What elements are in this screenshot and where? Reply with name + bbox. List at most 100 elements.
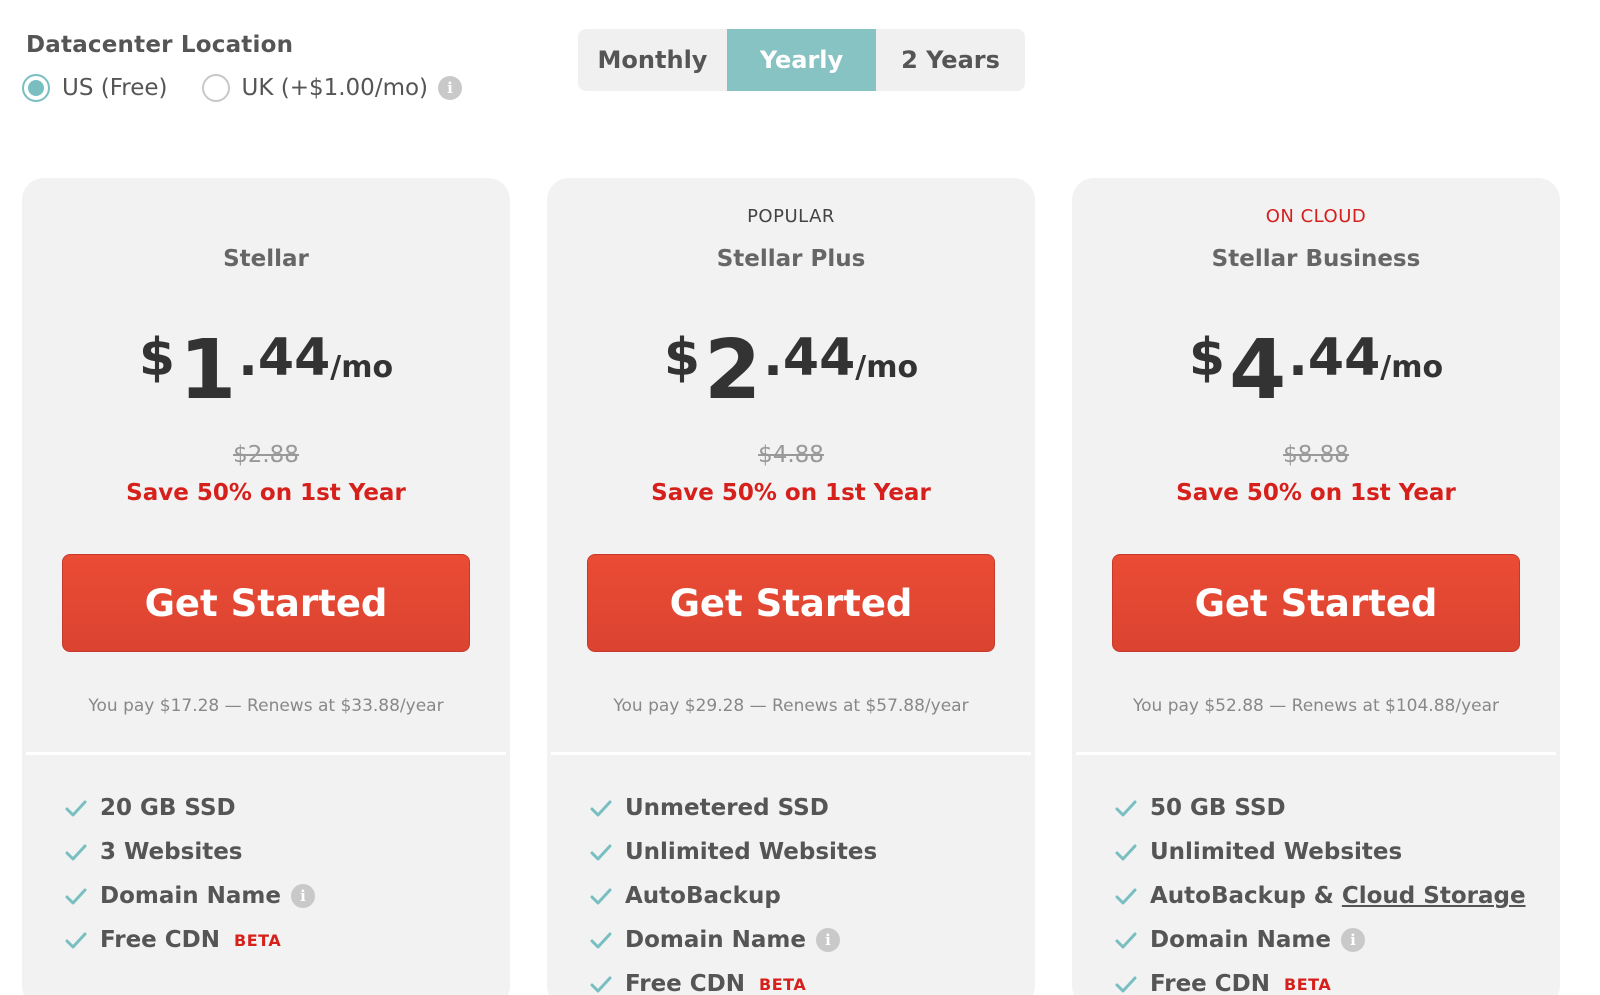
feature-label: Free CDN	[100, 927, 221, 953]
radio-label-uk: UK (+$1.00/mo)	[241, 75, 429, 101]
original-price: $8.88	[1283, 442, 1349, 468]
price-currency: $	[1188, 328, 1226, 388]
plan-card: ON CLOUD Stellar Business $4.44/mo $8.88 Sav…	[1072, 178, 1560, 995]
feature-item: Free CDN BETA	[64, 918, 315, 962]
radio-label-us: US (Free)	[62, 75, 168, 101]
feature-label: Domain Name	[625, 927, 806, 953]
radio-option-uk[interactable]: UK (+$1.00/mo) i	[201, 74, 463, 102]
info-icon[interactable]: i	[290, 884, 315, 908]
datacenter-options: US (Free) UK (+$1.00/mo) i	[22, 74, 496, 102]
price-period: /mo	[855, 350, 919, 385]
plan-badge: ON CLOUD	[1265, 206, 1367, 227]
savings-text: Save 50% on 1st Year	[651, 480, 931, 506]
price-decimal: .44	[763, 328, 856, 388]
price-integer: 1	[179, 323, 237, 418]
check-icon	[590, 800, 612, 817]
beta-badge: BETA	[1284, 974, 1332, 994]
check-icon	[590, 976, 612, 993]
plan-price: $4.44/mo	[1072, 326, 1560, 412]
price-decimal: .44	[1288, 328, 1381, 388]
tab-yearly[interactable]: Yearly	[727, 29, 876, 91]
plan-badge: POPULAR	[747, 206, 835, 227]
original-price: $2.88	[233, 442, 299, 468]
price-currency: $	[138, 328, 176, 388]
payment-note: You pay $52.88 — Renews at $104.88/year	[1132, 696, 1499, 716]
datacenter-title: Datacenter Location	[26, 32, 294, 58]
feature-label: Free CDN	[1150, 971, 1271, 995]
datacenter-selector: Datacenter Location US (Free) UK (+$1.00…	[22, 32, 496, 102]
feature-item: 20 GB SSD	[64, 786, 315, 830]
plan-name: Stellar Business	[1211, 246, 1421, 272]
original-price: $4.88	[758, 442, 824, 468]
check-icon	[1115, 976, 1137, 993]
price-currency: $	[663, 328, 701, 388]
price-integer: 4	[1229, 323, 1287, 418]
feature-item: Domain Name i	[589, 918, 877, 962]
feature-label: Free CDN	[625, 971, 746, 995]
check-icon	[590, 844, 612, 861]
price-period: /mo	[1380, 350, 1444, 385]
tab-2-years[interactable]: 2 Years	[876, 29, 1025, 91]
feature-list: Unmetered SSD Unlimited Websites AutoBacku…	[589, 786, 877, 995]
plan-card: Stellar $1.44/mo $2.88 Save 50% on 1st Year…	[22, 178, 510, 995]
feature-item: Unmetered SSD	[589, 786, 877, 830]
savings-text: Save 50% on 1st Year	[1176, 480, 1456, 506]
radio-option-us[interactable]: US (Free)	[22, 74, 168, 102]
plan-price: $1.44/mo	[22, 326, 510, 412]
check-icon	[1115, 844, 1137, 861]
check-icon	[1115, 932, 1137, 949]
feature-item: Domain Name i	[64, 874, 315, 918]
feature-label: Unmetered SSD	[625, 795, 829, 821]
savings-text: Save 50% on 1st Year	[126, 480, 406, 506]
get-started-button[interactable]: Get Started	[587, 554, 995, 652]
feature-label: 20 GB SSD	[100, 795, 236, 821]
feature-item: Free CDN BETA	[1114, 962, 1526, 995]
plan-card: POPULAR Stellar Plus $2.44/mo $4.88 Save 50%…	[547, 178, 1035, 995]
divider	[1076, 752, 1556, 755]
feature-list: 50 GB SSD Unlimited Websites AutoBackup & C…	[1114, 786, 1526, 995]
plan-name: Stellar Plus	[716, 246, 866, 272]
get-started-button[interactable]: Get Started	[62, 554, 470, 652]
beta-badge: BETA	[234, 930, 282, 950]
price-decimal: .44	[238, 328, 331, 388]
get-started-button[interactable]: Get Started	[1112, 554, 1520, 652]
feature-item: Free CDN BETA	[589, 962, 877, 995]
info-icon[interactable]: i	[438, 76, 463, 100]
feature-label: AutoBackup	[625, 883, 781, 909]
payment-note: You pay $17.28 — Renews at $33.88/year	[88, 696, 444, 716]
feature-item: AutoBackup	[589, 874, 877, 918]
payment-note: You pay $29.28 — Renews at $57.88/year	[613, 696, 969, 716]
divider	[26, 752, 506, 755]
price-period: /mo	[330, 350, 394, 385]
plan-price: $2.44/mo	[547, 326, 1035, 412]
check-icon	[1115, 800, 1137, 817]
radio-us[interactable]	[22, 74, 50, 102]
info-icon[interactable]: i	[1340, 928, 1365, 952]
feature-label: 3 Websites	[100, 839, 243, 865]
check-icon	[65, 844, 87, 861]
feature-item: Unlimited Websites	[1114, 830, 1526, 874]
feature-label: Unlimited Websites	[625, 839, 878, 865]
feature-label: Domain Name	[1150, 927, 1331, 953]
radio-uk[interactable]	[201, 74, 230, 102]
billing-period-toggle: Monthly Yearly 2 Years	[578, 29, 1025, 91]
check-icon	[1115, 888, 1137, 905]
check-icon	[590, 932, 612, 949]
feature-item: AutoBackup & Cloud Storage	[1114, 874, 1526, 918]
feature-label: 50 GB SSD	[1150, 795, 1286, 821]
feature-item: 3 Websites	[64, 830, 315, 874]
info-icon[interactable]: i	[815, 928, 840, 952]
check-icon	[65, 932, 87, 949]
tab-monthly[interactable]: Monthly	[578, 29, 727, 91]
price-integer: 2	[704, 323, 762, 418]
feature-list: 20 GB SSD 3 Websites Domain Name i Free CDN B…	[64, 786, 315, 962]
feature-label: Domain Name	[100, 883, 281, 909]
divider	[551, 752, 1031, 755]
feature-item: Domain Name i	[1114, 918, 1526, 962]
feature-label: AutoBackup &	[1150, 883, 1334, 909]
check-icon	[65, 800, 87, 817]
plan-name: Stellar	[223, 246, 309, 272]
feature-label: Unlimited Websites	[1150, 839, 1403, 865]
feature-item: Unlimited Websites	[589, 830, 877, 874]
cloud-storage-link[interactable]: Cloud Storage	[1342, 883, 1526, 909]
